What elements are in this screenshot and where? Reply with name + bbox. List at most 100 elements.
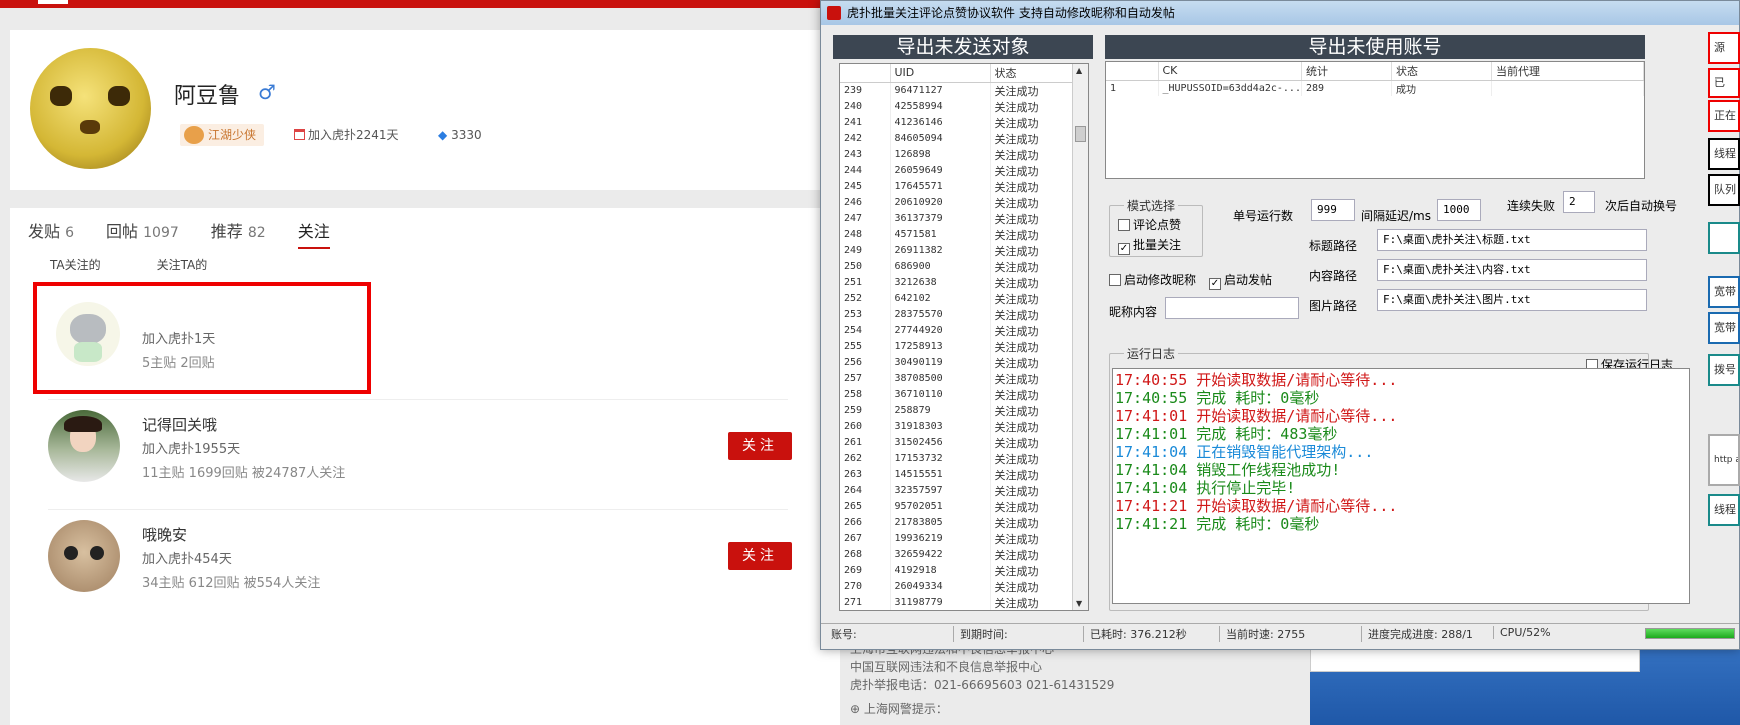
follow-button[interactable]: 关注	[728, 542, 792, 570]
content-path-input[interactable]: F:\桌面\虎扑关注\内容.txt	[1377, 259, 1647, 281]
fail-count-input[interactable]: 2	[1563, 191, 1595, 213]
uid-list-scrollbar[interactable]: ▲ ▼	[1072, 64, 1088, 610]
table-row[interactable]: 245 17645571 关注成功	[840, 178, 1088, 195]
table-row[interactable]: 264 32357597 关注成功	[840, 482, 1088, 499]
checkbox-icon[interactable]	[1118, 219, 1130, 231]
table-row[interactable]: 242 84605094 关注成功	[840, 130, 1088, 147]
subtab-following[interactable]: TA关注的	[50, 256, 101, 273]
checkmark-icon[interactable]: ✓	[1118, 243, 1130, 255]
right-panel-button[interactable]: 宽带	[1708, 312, 1740, 344]
follow-button[interactable]: 关注	[728, 432, 792, 460]
table-row[interactable]: 267 19936219 关注成功	[840, 530, 1088, 547]
user-name[interactable]: 哦晚安	[142, 524, 187, 545]
footer-report-china[interactable]: 中国互联网违法和不良信息举报中心	[850, 658, 1114, 676]
user-avatar[interactable]	[48, 410, 120, 482]
table-row[interactable]: 240 42558994 关注成功	[840, 98, 1088, 115]
user-avatar[interactable]	[48, 520, 120, 592]
checkbox-icon[interactable]	[1109, 274, 1121, 286]
table-row[interactable]: 249 26911382 关注成功	[840, 242, 1088, 259]
col-no[interactable]	[1106, 62, 1159, 81]
table-row[interactable]: 1 _HUPUSSOID=63dd4a2c-... 289 成功	[1106, 80, 1644, 96]
table-row[interactable]: 260 31918303 关注成功	[840, 418, 1088, 435]
row-uid: 95702051	[890, 498, 991, 515]
scroll-up-icon[interactable]: ▲	[1076, 66, 1082, 75]
table-row[interactable]: 243 126898 关注成功	[840, 146, 1088, 163]
table-row[interactable]: 247 36137379 关注成功	[840, 210, 1088, 227]
title-path-input[interactable]: F:\桌面\虎扑关注\标题.txt	[1377, 229, 1647, 251]
row-uid: 642102	[890, 290, 991, 307]
col-uid[interactable]: UID	[890, 64, 991, 83]
run-count-input[interactable]: 999	[1311, 199, 1355, 221]
row-count: 289	[1301, 80, 1392, 96]
table-row[interactable]: 258 36710110 关注成功	[840, 386, 1088, 403]
col-index[interactable]	[840, 64, 891, 83]
right-panel-button[interactable]: 宽带	[1708, 276, 1740, 308]
list-item[interactable]: 哦晚安 加入虎扑454天 34主贴 612回贴 被554人关注 关注	[48, 520, 792, 620]
right-panel-button[interactable]: 正在	[1708, 100, 1740, 132]
subtab-followers[interactable]: 关注TA的	[157, 256, 208, 273]
enable-post-checkbox[interactable]: ✓ 启动发帖	[1209, 271, 1272, 290]
image-path-input[interactable]: F:\桌面\虎扑关注\图片.txt	[1377, 289, 1647, 311]
table-row[interactable]: 251 3212638 关注成功	[840, 274, 1088, 291]
table-row[interactable]: 252 642102 关注成功	[840, 290, 1088, 307]
right-panel-button[interactable]: 源	[1708, 32, 1740, 64]
table-row[interactable]: 248 4571581 关注成功	[840, 226, 1088, 243]
table-row[interactable]: 265 95702051 关注成功	[840, 498, 1088, 515]
right-panel-button[interactable]: 线程	[1708, 494, 1740, 526]
export-unsent-button[interactable]: 导出未发送对象	[833, 35, 1093, 59]
table-row[interactable]: 268 32659422 关注成功	[840, 546, 1088, 563]
list-item[interactable]: 记得回关哦 加入虎扑1955天 11主贴 1699回贴 被24787人关注 关注	[48, 410, 792, 510]
user-name[interactable]: 记得回关哦	[142, 414, 217, 435]
table-row[interactable]: 270 26049334 关注成功	[840, 578, 1088, 595]
table-row[interactable]: 253 28375570 关注成功	[840, 306, 1088, 323]
table-header-row: CK 统计 状态 当前代理	[1106, 62, 1644, 81]
scroll-thumb[interactable]	[1075, 126, 1086, 142]
col-ck[interactable]: CK	[1158, 62, 1302, 81]
site-logo[interactable]	[38, 0, 68, 4]
avatar-eye-right	[108, 86, 130, 106]
mode-follow-checkbox[interactable]: ✓ 批量关注	[1118, 236, 1181, 255]
table-row[interactable]: 263 14515551 关注成功	[840, 466, 1088, 483]
police-icon: ⊕	[850, 702, 861, 716]
table-row[interactable]: 257 38708500 关注成功	[840, 370, 1088, 387]
right-panel-button[interactable]: 拨号	[1708, 354, 1740, 386]
right-panel-button[interactable]	[1708, 222, 1740, 254]
col-state[interactable]: 状态	[1391, 62, 1492, 81]
tab-recommend[interactable]: 推荐 82	[211, 218, 266, 249]
row-uid: 96471127	[890, 82, 991, 99]
table-row[interactable]: 259 258879 关注成功	[840, 402, 1088, 419]
table-row[interactable]: 255 17258913 关注成功	[840, 338, 1088, 355]
table-row[interactable]: 239 96471127 关注成功	[840, 82, 1088, 99]
table-row[interactable]: 256 30490119 关注成功	[840, 354, 1088, 371]
right-panel-button[interactable]: http act= 8D83 time	[1708, 434, 1740, 486]
table-row[interactable]: 266 21783805 关注成功	[840, 514, 1088, 531]
run-log[interactable]: 17:40:55 开始读取数据/请耐心等待... 17:40:55 完成 耗时：0…	[1112, 368, 1690, 604]
nickname-input[interactable]	[1165, 297, 1299, 319]
tab-posts[interactable]: 发贴 6	[28, 218, 74, 249]
mode-comment-checkbox[interactable]: 评论点赞	[1118, 216, 1181, 233]
right-panel-button[interactable]: 线程	[1708, 138, 1740, 170]
col-count[interactable]: 统计	[1301, 62, 1392, 81]
table-row[interactable]: 254 27744920 关注成功	[840, 322, 1088, 339]
window-titlebar[interactable]: 虎扑批量关注评论点赞协议软件 支持自动修改昵称和自动发帖	[821, 1, 1739, 25]
table-row[interactable]: 241 41236146 关注成功	[840, 114, 1088, 131]
table-row[interactable]: 261 31502456 关注成功	[840, 434, 1088, 451]
table-row[interactable]: 262 17153732 关注成功	[840, 450, 1088, 467]
right-panel-button[interactable]: 已	[1708, 68, 1740, 98]
table-row[interactable]: 250 686900 关注成功	[840, 258, 1088, 275]
tab-replies[interactable]: 回帖 1097	[106, 218, 179, 249]
right-panel-button[interactable]: 队列	[1708, 174, 1740, 206]
export-unused-button[interactable]: 导出未使用账号	[1105, 35, 1645, 59]
uid-list[interactable]: UID 状态 239 96471127 关注成功 240 42558994 关注成功 241…	[839, 63, 1089, 611]
scroll-down-icon[interactable]: ▼	[1076, 599, 1082, 608]
table-row[interactable]: 271 31198779 关注成功	[840, 594, 1088, 610]
tab-following[interactable]: 关注	[297, 218, 330, 249]
enable-nick-checkbox[interactable]: 启动修改昵称	[1109, 271, 1196, 288]
checkmark-icon[interactable]: ✓	[1209, 278, 1221, 290]
table-row[interactable]: 246 20610920 关注成功	[840, 194, 1088, 211]
table-row[interactable]: 269 4192918 关注成功	[840, 562, 1088, 579]
delay-input[interactable]: 1000	[1437, 199, 1481, 221]
account-table[interactable]: CK 统计 状态 当前代理 1 _HUPUSSOID=63dd4a2c-... 28…	[1105, 61, 1645, 179]
col-proxy[interactable]: 当前代理	[1491, 62, 1644, 81]
table-row[interactable]: 244 26059649 关注成功	[840, 162, 1088, 179]
